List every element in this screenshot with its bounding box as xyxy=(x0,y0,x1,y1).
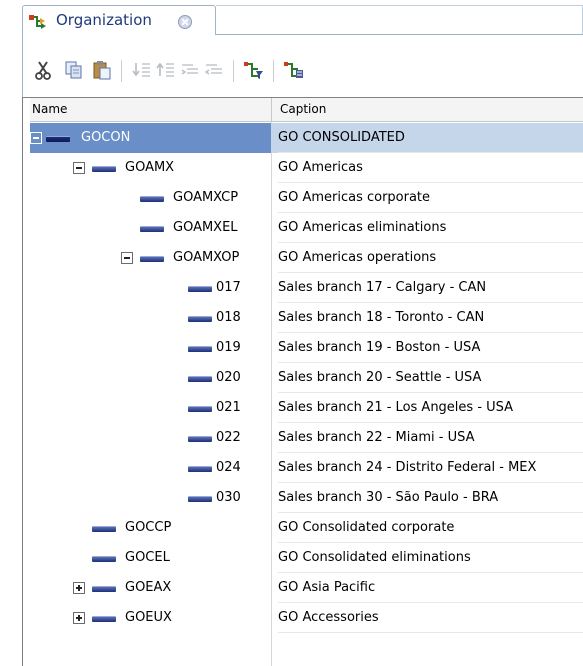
member-icon xyxy=(188,316,212,322)
tree-row[interactable]: 024 Sales branch 24 - Distrito Federal - … xyxy=(30,453,583,483)
member-caption[interactable]: GO Consolidated corporate xyxy=(278,520,454,535)
member-icon xyxy=(188,406,212,412)
member-icon xyxy=(92,616,116,622)
column-header-name[interactable]: Name xyxy=(32,102,67,116)
member-name: GOAMXOP xyxy=(173,250,240,265)
move-down-icon[interactable] xyxy=(131,59,153,81)
tree-row[interactable]: GOEUX GO Accessories xyxy=(30,603,583,633)
collapse-icon[interactable] xyxy=(73,162,85,174)
member-caption[interactable]: Sales branch 19 - Boston - USA xyxy=(278,340,480,355)
tab-title: Organization xyxy=(56,11,152,29)
tree-row[interactable]: GOCON GO CONSOLIDATED xyxy=(30,123,583,153)
cut-icon[interactable] xyxy=(33,59,55,81)
tree-row[interactable]: 022 Sales branch 22 - Miami - USA xyxy=(30,423,583,453)
row-gridline xyxy=(278,632,583,633)
member-caption[interactable]: GO Accessories xyxy=(278,610,379,625)
paste-icon[interactable] xyxy=(91,59,113,81)
member-icon xyxy=(140,256,164,262)
member-caption[interactable]: GO Americas corporate xyxy=(278,190,430,205)
member-name: GOEUX xyxy=(125,610,172,625)
member-caption[interactable]: Sales branch 24 - Distrito Federal - MEX xyxy=(278,460,536,475)
filter-hierarchy-icon[interactable] xyxy=(243,59,265,81)
member-name: GOAMX xyxy=(125,160,175,175)
member-icon xyxy=(188,436,212,442)
member-icon xyxy=(188,286,212,292)
member-name: 022 xyxy=(216,430,241,445)
member-name: 021 xyxy=(216,400,241,415)
member-name: 018 xyxy=(216,310,241,325)
tree-row[interactable]: GOCEL GO Consolidated eliminations xyxy=(30,543,583,573)
member-icon xyxy=(92,556,116,562)
member-name: 024 xyxy=(216,460,241,475)
column-divider[interactable] xyxy=(271,98,272,122)
toolbar xyxy=(22,35,583,97)
indent-icon[interactable] xyxy=(179,59,201,81)
member-caption[interactable]: Sales branch 22 - Miami - USA xyxy=(278,430,474,445)
member-caption[interactable]: Sales branch 20 - Seattle - USA xyxy=(278,370,481,385)
member-icon xyxy=(188,496,212,502)
collapse-icon[interactable] xyxy=(121,252,133,264)
member-caption[interactable]: GO Asia Pacific xyxy=(278,580,375,595)
member-icon xyxy=(92,526,116,532)
tree-row[interactable]: GOAMXCP GO Americas corporate xyxy=(30,183,583,213)
hierarchy-icon xyxy=(29,14,47,30)
move-up-icon[interactable] xyxy=(155,59,177,81)
expand-icon[interactable] xyxy=(73,582,85,594)
organization-tree-grid: Name Caption GOCON GO CONSOLIDATED GOAMX GO… xyxy=(22,97,583,666)
member-icon xyxy=(188,376,212,382)
member-icon xyxy=(46,136,70,142)
member-icon xyxy=(92,166,116,172)
member-icon xyxy=(188,346,212,352)
tree-row[interactable]: GOCCP GO Consolidated corporate xyxy=(30,513,583,543)
tab-organization[interactable]: Organization xyxy=(22,5,216,35)
editor-tab-strip: Organization xyxy=(0,0,583,35)
expand-icon[interactable] xyxy=(73,612,85,624)
collapse-icon[interactable] xyxy=(30,132,42,144)
member-icon xyxy=(140,196,164,202)
toolbar-separator xyxy=(273,60,274,82)
toolbar-separator xyxy=(121,60,122,82)
member-name: GOAMXEL xyxy=(173,220,238,235)
tree-row[interactable]: GOAMX GO Americas xyxy=(30,153,583,183)
member-caption[interactable]: Sales branch 30 - São Paulo - BRA xyxy=(278,490,498,505)
grid-header: Name Caption xyxy=(30,98,583,122)
member-caption[interactable]: Sales branch 18 - Toronto - CAN xyxy=(278,310,484,325)
member-caption[interactable]: GO Americas eliminations xyxy=(278,220,446,235)
tree-row[interactable]: 019 Sales branch 19 - Boston - USA xyxy=(30,333,583,363)
member-properties-icon[interactable] xyxy=(283,59,305,81)
member-caption[interactable]: GO CONSOLIDATED xyxy=(278,130,405,145)
tree-row[interactable]: 030 Sales branch 30 - São Paulo - BRA xyxy=(30,483,583,513)
member-caption[interactable]: GO Consolidated eliminations xyxy=(278,550,471,565)
tab-strip-empty-area xyxy=(216,5,583,34)
member-caption[interactable]: GO Americas xyxy=(278,160,363,175)
tree-row[interactable]: 017 Sales branch 17 - Calgary - CAN xyxy=(30,273,583,303)
member-icon xyxy=(92,586,116,592)
column-header-caption[interactable]: Caption xyxy=(280,102,326,116)
tree-row[interactable]: GOEAX GO Asia Pacific xyxy=(30,573,583,603)
close-icon[interactable] xyxy=(178,15,192,29)
member-name: 020 xyxy=(216,370,241,385)
member-icon xyxy=(140,226,164,232)
member-name: 030 xyxy=(216,490,241,505)
tree-row[interactable]: 020 Sales branch 20 - Seattle - USA xyxy=(30,363,583,393)
toolbar-separator xyxy=(233,60,234,82)
member-name: GOCCP xyxy=(125,520,172,535)
member-name: GOEAX xyxy=(125,580,172,595)
outdent-icon[interactable] xyxy=(203,59,225,81)
tree-row[interactable]: GOAMXEL GO Americas eliminations xyxy=(30,213,583,243)
member-caption[interactable]: Sales branch 17 - Calgary - CAN xyxy=(278,280,486,295)
member-caption[interactable]: Sales branch 21 - Los Angeles - USA xyxy=(278,400,513,415)
tree-row[interactable]: GOAMXOP GO Americas operations xyxy=(30,243,583,273)
member-name: 019 xyxy=(216,340,241,355)
member-name: 017 xyxy=(216,280,241,295)
member-caption[interactable]: GO Americas operations xyxy=(278,250,436,265)
tree-row[interactable]: 018 Sales branch 18 - Toronto - CAN xyxy=(30,303,583,333)
member-name: GOCEL xyxy=(125,550,170,565)
member-name: GOCON xyxy=(81,130,131,145)
member-icon xyxy=(188,466,212,472)
copy-icon[interactable] xyxy=(63,59,85,81)
tree-row[interactable]: 021 Sales branch 21 - Los Angeles - USA xyxy=(30,393,583,423)
member-name: GOAMXCP xyxy=(173,190,239,205)
